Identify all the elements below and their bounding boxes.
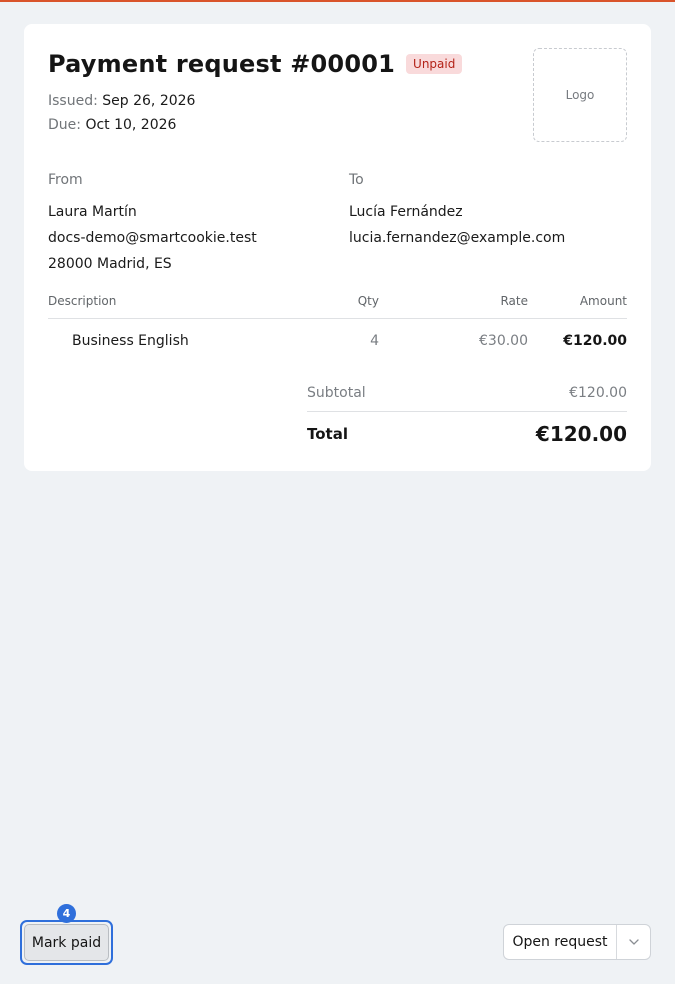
from-section: From Laura Martín docs-demo@smartcookie.… <box>48 172 257 277</box>
row-qty: 4 <box>370 333 379 349</box>
subtotal-value: €120.00 <box>569 385 627 401</box>
row-rate: €30.00 <box>479 333 528 349</box>
issued-label: Issued: <box>48 93 98 109</box>
totals-divider <box>307 411 627 412</box>
column-header-rate: Rate <box>500 294 528 308</box>
due-label: Due: <box>48 117 81 133</box>
issued-date: Sep 26, 2026 <box>102 93 196 109</box>
issued-date-line: Issued: Sep 26, 2026 <box>48 93 195 109</box>
to-label: To <box>349 172 364 188</box>
open-request-split-button: Open request <box>503 924 651 960</box>
open-request-button[interactable]: Open request <box>504 925 616 959</box>
step-number-badge: 4 <box>57 904 76 923</box>
subtotal-label: Subtotal <box>307 385 366 401</box>
row-amount: €120.00 <box>563 333 627 349</box>
table-header-divider <box>48 318 627 319</box>
chevron-down-icon <box>628 939 639 945</box>
due-date: Oct 10, 2026 <box>85 117 177 133</box>
total-label: Total <box>307 425 348 443</box>
from-email: docs-demo@smartcookie.test <box>48 230 257 246</box>
column-header-amount: Amount <box>579 294 627 308</box>
mark-paid-focus-ring: Mark paid <box>20 920 113 965</box>
invoice-card: Payment request #00001 Unpaid Issued: Se… <box>24 24 651 471</box>
invoice-header: Payment request #00001 Unpaid <box>48 50 463 78</box>
column-header-description: Description <box>48 294 117 308</box>
to-name: Lucía Fernández <box>349 204 463 220</box>
status-badge: Unpaid <box>406 54 463 74</box>
to-section: To Lucía Fernández lucia.fernandez@examp… <box>349 172 565 251</box>
from-address: 28000 Madrid, ES <box>48 256 172 272</box>
due-date-line: Due: Oct 10, 2026 <box>48 117 176 133</box>
column-header-qty: Qty <box>357 294 379 308</box>
window-top-border <box>0 0 675 2</box>
open-request-menu-toggle[interactable] <box>617 925 650 959</box>
to-email: lucia.fernandez@example.com <box>349 230 566 246</box>
page-title: Payment request #00001 <box>48 50 396 78</box>
total-value: €120.00 <box>535 422 627 446</box>
logo-placeholder[interactable]: Logo <box>533 48 627 142</box>
mark-paid-button[interactable]: Mark paid <box>24 924 109 961</box>
row-description: Business English <box>72 333 189 349</box>
logo-placeholder-label: Logo <box>565 88 595 102</box>
from-name: Laura Martín <box>48 204 137 220</box>
from-label: From <box>48 172 83 188</box>
